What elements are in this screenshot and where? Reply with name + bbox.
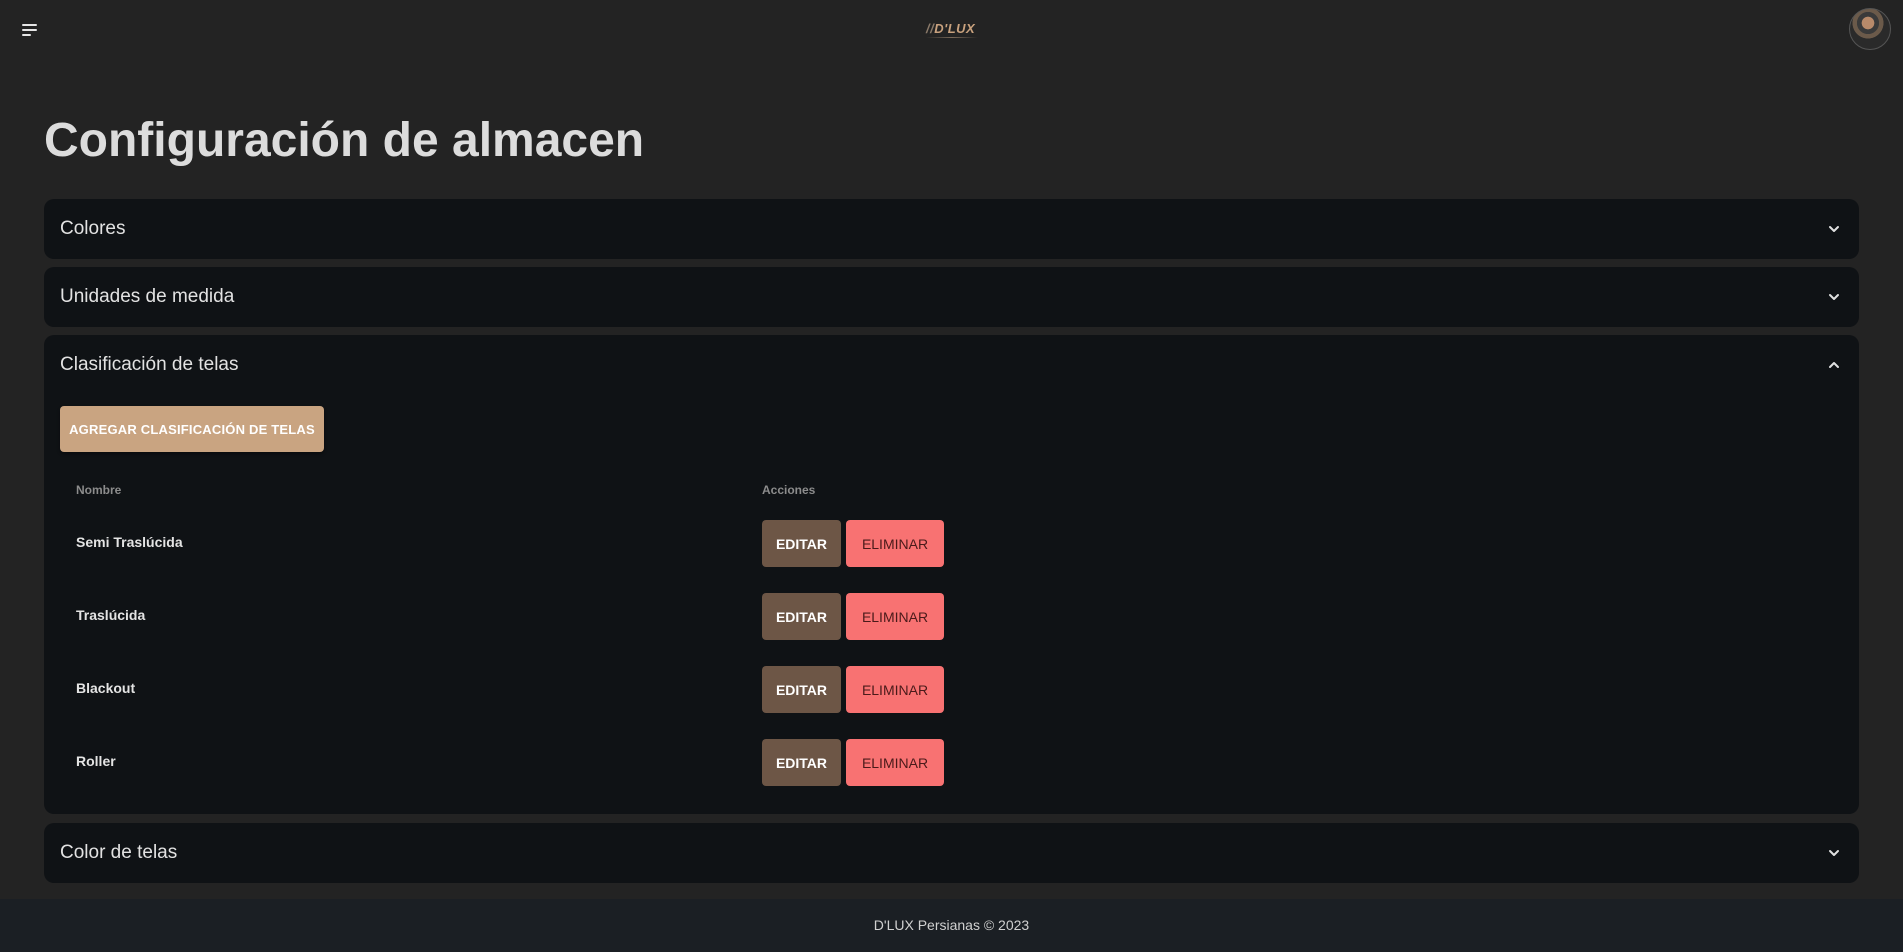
table-row: Semi Traslúcida EDITAR ELIMINAR <box>44 505 1859 578</box>
row-name: Semi Traslúcida <box>76 534 183 550</box>
row-name: Blackout <box>76 680 136 696</box>
row-name: Roller <box>76 753 116 769</box>
panel-title: Clasificación de telas <box>60 354 239 375</box>
edit-button[interactable]: EDITAR <box>762 593 841 640</box>
panel-clasificacion-header[interactable]: Clasificación de telas <box>44 335 1859 395</box>
table-row: Roller EDITAR ELIMINAR <box>44 724 1859 797</box>
delete-button[interactable]: ELIMINAR <box>846 739 944 786</box>
page-title: Configuración de almacen <box>44 114 645 167</box>
chevron-down-icon <box>1827 222 1841 236</box>
user-avatar[interactable] <box>1849 8 1891 50</box>
logo-slashes: // <box>926 21 935 36</box>
panel-unidades-de-medida: Unidades de medida <box>44 267 1859 327</box>
delete-button[interactable]: ELIMINAR <box>846 593 944 640</box>
delete-button[interactable]: ELIMINAR <box>846 520 944 567</box>
panel-title: Unidades de medida <box>60 286 235 307</box>
panel-title: Colores <box>60 218 126 239</box>
chevron-down-icon <box>1827 846 1841 860</box>
footer: D'LUX Persianas © 2023 <box>0 899 1903 952</box>
column-header-acciones: Acciones <box>762 483 816 497</box>
panel-color-de-telas: Color de telas <box>44 823 1859 883</box>
top-bar: //D'LUX <box>0 0 1903 60</box>
panel-clasificacion-de-telas: Clasificación de telas AGREGAR CLASIFICA… <box>44 335 1859 814</box>
edit-button[interactable]: EDITAR <box>762 666 841 713</box>
panel-title: Color de telas <box>60 842 178 863</box>
panel-colores-header[interactable]: Colores <box>44 199 1859 259</box>
row-name: Traslúcida <box>76 607 146 623</box>
panel-color-telas-header[interactable]: Color de telas <box>44 823 1859 883</box>
panel-unidades-header[interactable]: Unidades de medida <box>44 267 1859 327</box>
delete-button[interactable]: ELIMINAR <box>846 666 944 713</box>
panel-colores: Colores <box>44 199 1859 259</box>
chevron-down-icon <box>1827 290 1841 304</box>
column-header-nombre: Nombre <box>76 483 122 497</box>
brand-logo: //D'LUX <box>926 20 978 38</box>
logo-underline <box>926 37 978 38</box>
table-row: Blackout EDITAR ELIMINAR <box>44 651 1859 724</box>
add-clasificacion-button[interactable]: AGREGAR CLASIFICACIÓN DE TELAS <box>60 406 324 452</box>
footer-text: D'LUX Persianas © 2023 <box>873 917 1030 933</box>
edit-button[interactable]: EDITAR <box>762 520 841 567</box>
chevron-up-icon <box>1827 358 1841 372</box>
edit-button[interactable]: EDITAR <box>762 739 841 786</box>
table-row: Traslúcida EDITAR ELIMINAR <box>44 578 1859 651</box>
hamburger-menu-icon[interactable] <box>22 22 42 38</box>
logo-text: D'LUX <box>934 21 976 36</box>
